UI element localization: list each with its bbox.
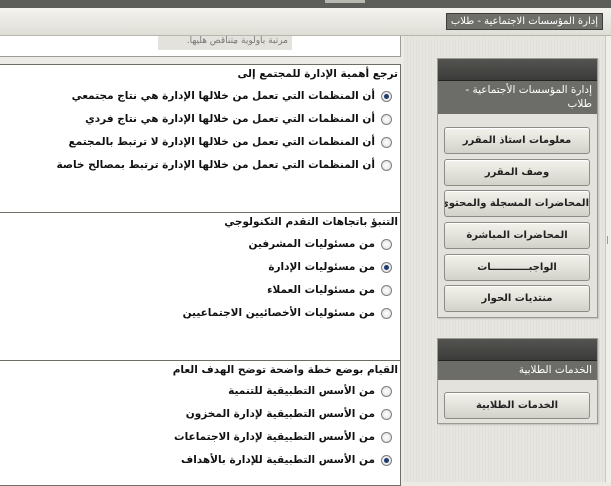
option-label: من مسئوليات العملاء xyxy=(267,284,375,296)
discussion-forums-button[interactable]: منتديات الحوار xyxy=(444,285,590,312)
radio-button[interactable] xyxy=(381,159,392,171)
previous-question-text: مرتبة بأولوية متناقص هليها. xyxy=(158,36,292,50)
question-1-option-3[interactable]: أن المنظمات التي تعمل من خلالها الإدارة … xyxy=(69,134,392,150)
option-label: أن المنظمات التي تعمل من خلالها الإدارة … xyxy=(68,136,375,148)
option-label: من الأسس التطبيقية للإدارة بالأهداف xyxy=(181,454,375,466)
option-label: أن المنظمات التي تعمل من خلالها الإدارة … xyxy=(71,90,375,102)
option-label: من مسئوليات الأخصائيين الاجتماعيين xyxy=(182,307,375,319)
radio-button[interactable] xyxy=(381,136,392,148)
services-panel-title: الخدمات الطلابية xyxy=(438,361,597,380)
radio-button[interactable] xyxy=(381,238,392,250)
question-2-title: التنبؤ باتجاهات التقدم التكنولوجي xyxy=(224,216,398,228)
assignments-button[interactable]: الواجبـــــــــــات xyxy=(444,254,590,281)
breadcrumb-bar: إدارة المؤسسات الاجتماعية - طلاب xyxy=(0,8,611,36)
panel-header xyxy=(438,339,597,361)
option-label: أن المنظمات التي تعمل من خلالها الإدارة … xyxy=(56,159,375,171)
vertical-splitter[interactable] xyxy=(605,36,611,482)
course-menu-panel: إدارة المؤسسات الأجتماعية - طلاب معلومات… xyxy=(437,58,598,318)
previous-question-fragment: مرتبة بأولوية متناقص هليها. - xyxy=(0,36,401,57)
option-label: من الأسس التطبيقية لإدارة المخزون xyxy=(185,408,375,420)
splitter-grip-icon xyxy=(607,236,611,244)
question-1-option-4[interactable]: أن المنظمات التي تعمل من خلالها الإدارة … xyxy=(56,157,392,173)
option-label: من الأسس التطبيقية للتنمية xyxy=(228,385,375,397)
student-services-button[interactable]: الخدمات الطلابية xyxy=(444,392,590,419)
question-3-option-2[interactable]: من الأسس التطبيقية لإدارة المخزون xyxy=(186,406,392,422)
student-services-panel: الخدمات الطلابية الخدمات الطلابية xyxy=(437,338,598,424)
question-2-option-1[interactable]: من مسئوليات المشرفين xyxy=(249,236,392,252)
live-lectures-button[interactable]: المحاضرات المباشرة xyxy=(444,222,590,249)
question-1-option-2[interactable]: أن المنظمات التي تعمل من خلالها الإدارة … xyxy=(85,111,392,127)
question-3-option-3[interactable]: من الأسس التطبيقية لإدارة الاجتماعات xyxy=(174,429,392,445)
question-2-option-2[interactable]: من مسئوليات الإدارة xyxy=(268,259,392,275)
radio-button[interactable] xyxy=(381,307,392,319)
radio-button[interactable] xyxy=(381,431,392,443)
radio-button[interactable] xyxy=(381,113,392,125)
radio-button[interactable] xyxy=(381,408,392,420)
question-3-option-1[interactable]: من الأسس التطبيقية للتنمية xyxy=(228,383,392,399)
option-label: من مسئوليات الإدارة xyxy=(268,261,375,273)
instructor-info-button[interactable]: معلومات استاذ المقرر xyxy=(444,127,590,154)
option-label: من مسئوليات المشرفين xyxy=(248,238,375,250)
question-2-option-4[interactable]: من مسئوليات الأخصائيين الاجتماعيين xyxy=(183,305,392,321)
course-panel-title: إدارة المؤسسات الأجتماعية - طلاب xyxy=(438,81,597,114)
recorded-lectures-button[interactable]: المحاضرات المسجلة والمحتوى xyxy=(444,190,590,217)
top-strip xyxy=(0,0,611,8)
question-3-option-4[interactable]: من الأسس التطبيقية للإدارة بالأهداف xyxy=(181,452,392,468)
radio-button[interactable] xyxy=(381,284,392,296)
panel-header xyxy=(438,59,597,81)
dash-mark: - xyxy=(233,38,237,49)
radio-button[interactable] xyxy=(381,90,392,102)
question-1-option-1[interactable]: أن المنظمات التي تعمل من خلالها الإدارة … xyxy=(72,88,392,104)
quiz-content: مرتبة بأولوية متناقص هليها. - ترجع أهمية… xyxy=(0,36,402,486)
option-label: أن المنظمات التي تعمل من خلالها الإدارة … xyxy=(85,113,375,125)
breadcrumb[interactable]: إدارة المؤسسات الاجتماعية - طلاب xyxy=(445,13,603,30)
question-2-option-3[interactable]: من مسئوليات العملاء xyxy=(267,282,392,298)
question-3: القيام بوضع خطة واضحة توضح الهدف العام م… xyxy=(0,360,401,486)
radio-button[interactable] xyxy=(381,454,392,466)
radio-button[interactable] xyxy=(381,261,392,273)
course-description-button[interactable]: وصف المقرر xyxy=(444,159,590,186)
question-3-title: القيام بوضع خطة واضحة توضح الهدف العام xyxy=(172,364,398,376)
radio-button[interactable] xyxy=(381,385,392,397)
question-2: التنبؤ باتجاهات التقدم التكنولوجي من مسئ… xyxy=(0,212,401,380)
top-strip-segment xyxy=(325,0,365,3)
question-1-title: ترجع أهمية الإدارة للمجتمع إلى xyxy=(237,68,398,80)
option-label: من الأسس التطبيقية لإدارة الاجتماعات xyxy=(174,431,375,443)
